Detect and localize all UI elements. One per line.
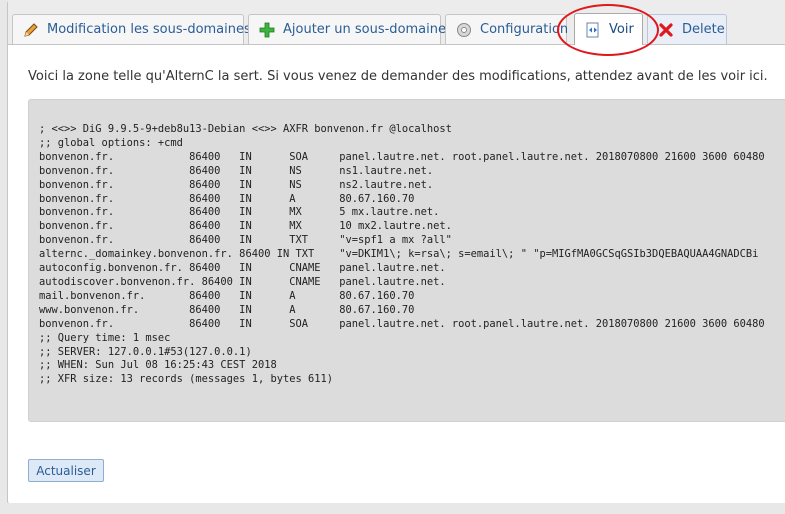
tab-delete-label: Delete <box>682 22 725 37</box>
intro-text: Voici la zone telle qu'AlternC la sert. … <box>28 69 768 84</box>
view-icon <box>585 22 601 38</box>
refresh-button[interactable]: Actualiser <box>28 459 104 482</box>
tab-delete[interactable]: Delete <box>647 14 727 44</box>
tab-edit-subdomains[interactable]: Modification les sous-domaines <box>12 14 251 44</box>
delete-x-icon <box>658 22 674 38</box>
zone-output-box: ; <<>> DiG 9.9.5-9+deb8u13-Debian <<>> A… <box>28 99 785 422</box>
pencil-icon <box>23 22 39 38</box>
plus-icon <box>259 22 275 38</box>
tab-configuration[interactable]: Configuration <box>445 14 569 44</box>
tab-view-label: Voir <box>609 22 634 37</box>
gear-icon <box>456 22 472 38</box>
tab-edit-subdomains-label: Modification les sous-domaines <box>47 22 251 37</box>
zone-output-text: ; <<>> DiG 9.9.5-9+deb8u13-Debian <<>> A… <box>39 123 765 386</box>
tab-add-subdomain[interactable]: Ajouter un sous-domaine <box>248 14 446 44</box>
tab-view[interactable]: Voir <box>574 13 643 45</box>
page-bottom-edge <box>0 503 785 514</box>
tab-add-subdomain-label: Ajouter un sous-domaine <box>283 22 446 37</box>
tab-configuration-label: Configuration <box>480 22 569 37</box>
